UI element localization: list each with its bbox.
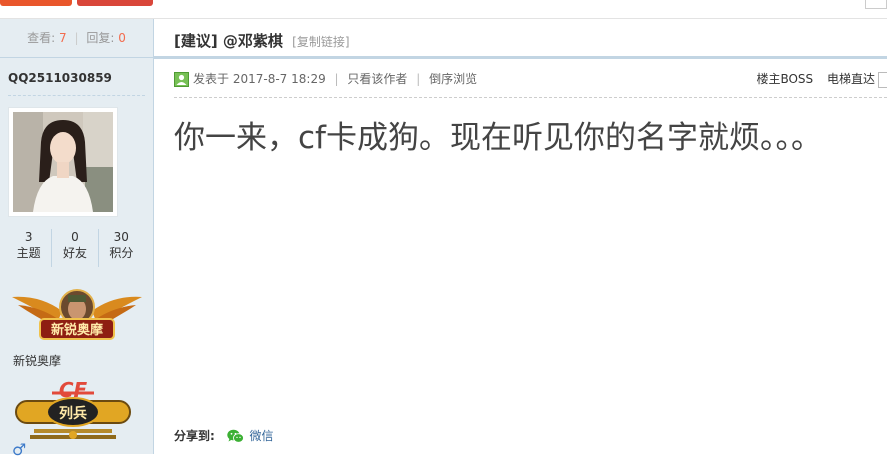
only-author-link[interactable]: 只看该作者 [347, 72, 407, 86]
male-gender-icon: ♂ [12, 440, 27, 459]
stat-value: 30 [113, 230, 129, 244]
post-meta: 发表于 2017-8-7 18:29 | 只看该作者 | 倒序浏览 楼主BOSS… [174, 69, 887, 89]
stat-label: 主题 [16, 246, 41, 260]
stat-label: 好友 [62, 246, 87, 260]
share-label: 分享到: [174, 429, 215, 443]
rank-medal-icon: 新锐奥摩 [12, 289, 142, 340]
divider [8, 95, 145, 96]
stat-value: 0 [71, 230, 79, 244]
divider: | [416, 72, 421, 86]
reverse-view-link[interactable]: 倒序浏览 [429, 72, 477, 86]
level-medal-icon: CF 列兵 [15, 378, 131, 439]
views-count: 7 [59, 31, 67, 45]
page-control[interactable] [865, 0, 887, 9]
floor-label: 楼主BOSS [756, 72, 814, 86]
rank-label: 新锐奥摩 [13, 354, 62, 368]
thread-title-bar: [建议] @邓紫棋 [复制链接] [154, 19, 887, 59]
badge-text: 新锐奥摩 [51, 322, 104, 338]
author-name[interactable]: QQ2511030859 [8, 71, 112, 85]
stat-friends[interactable]: 0 好友 [51, 229, 97, 267]
badge-text: 列兵 [59, 405, 87, 422]
thread-title-wrap: [建议] @邓紫棋 [复制链接] [174, 30, 350, 51]
share-wechat-link[interactable]: 微信 [249, 429, 273, 443]
stat-points[interactable]: 30 积分 [97, 229, 144, 267]
views-label: 查看: [27, 31, 56, 45]
thread-stats: 查看: 7 | 回复: 0 [0, 19, 153, 58]
stat-value: 3 [24, 230, 33, 244]
avatar-image [13, 112, 113, 212]
author-sidebar: 查看: 7 | 回复: 0 QQ2511030859 3 主题 0 好友 30 [0, 19, 154, 459]
wechat-icon[interactable] [226, 429, 244, 443]
reply-button[interactable] [77, 0, 153, 6]
avatar[interactable] [8, 107, 118, 217]
elevator-label: 电梯直达 [826, 72, 875, 86]
new-post-button[interactable] [0, 0, 72, 6]
top-toolbar [0, 0, 887, 19]
post-content: 你一来，cf卡成狗。现在听见你的名字就烦。。。 [174, 120, 822, 156]
replies-count: 0 [118, 31, 126, 45]
stat-label: 积分 [109, 246, 134, 260]
divider: | [334, 72, 339, 86]
posted-prefix: 发表于 [193, 72, 230, 86]
copy-link-button[interactable]: [复制链接] [292, 35, 349, 49]
post-meta-text: 发表于 2017-8-7 18:29 | 只看该作者 | 倒序浏览 [193, 69, 477, 89]
author-stats: 3 主题 0 好友 30 积分 [6, 229, 144, 267]
posted-time: 2017-8-7 18:29 [232, 72, 326, 86]
post-area: [建议] @邓紫棋 [复制链接] 发表于 2017-8-7 18:29 | 只看… [154, 19, 887, 454]
thread-title: [建议] @邓紫棋 [174, 32, 283, 50]
stat-topics[interactable]: 3 主题 [6, 229, 51, 267]
online-status-icon [174, 72, 189, 87]
divider [174, 97, 887, 98]
post-floor-info: 楼主BOSS 电梯直达 [756, 69, 875, 89]
share-bar: 分享到: 微信 [174, 427, 273, 444]
stats-divider: | [74, 31, 79, 45]
replies-label: 回复: [86, 31, 115, 45]
floor-jump-input[interactable] [878, 72, 887, 88]
